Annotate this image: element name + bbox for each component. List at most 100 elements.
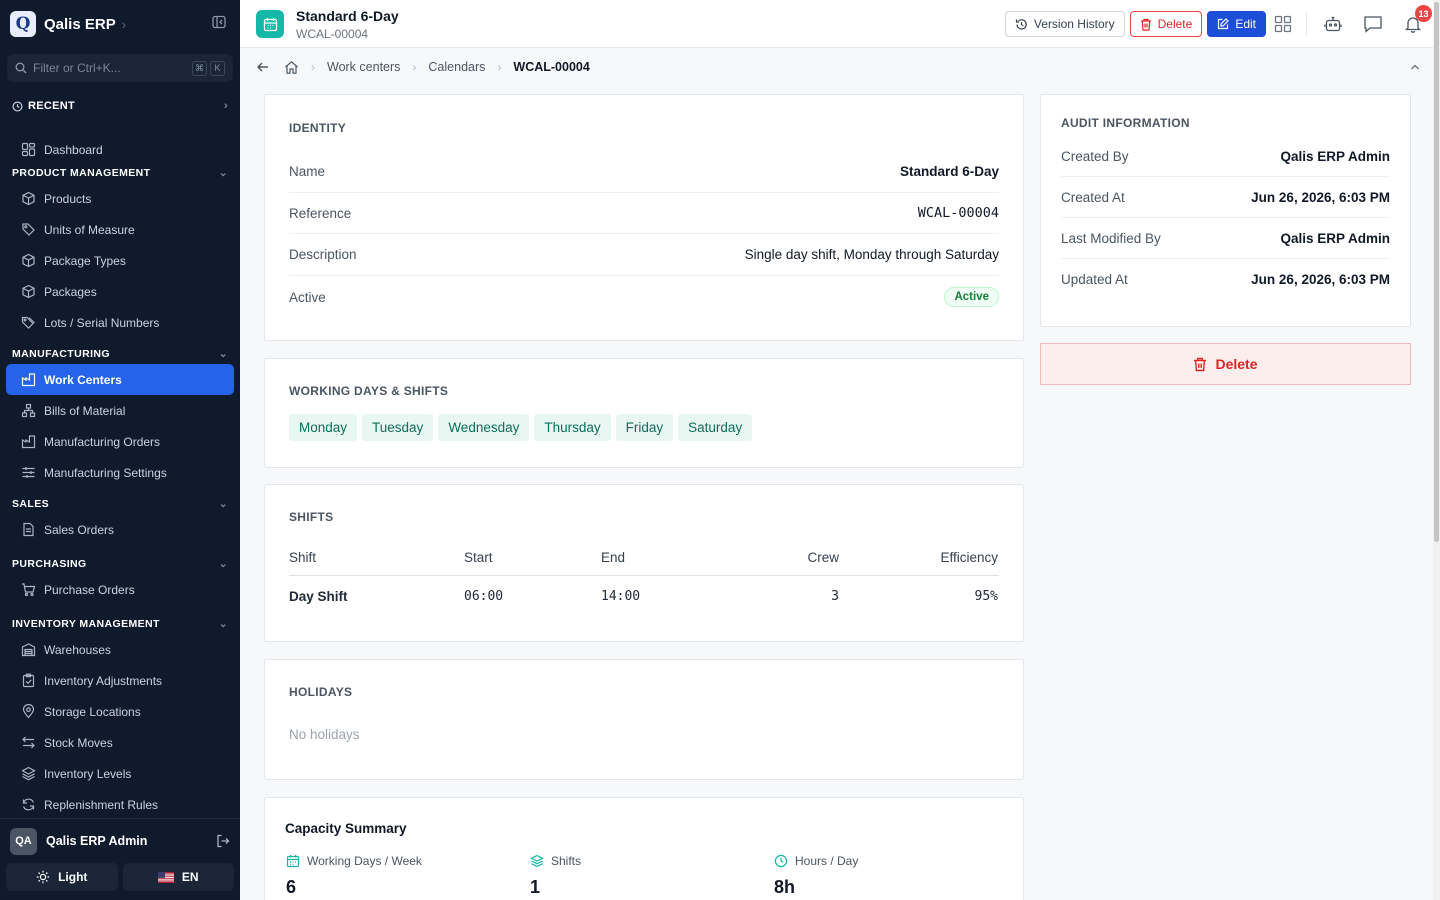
sidebar-search[interactable]: ⌘ K: [7, 54, 233, 82]
home-icon[interactable]: [284, 60, 299, 75]
breadcrumb-calendars[interactable]: Calendars: [428, 60, 485, 74]
section-inventory-management[interactable]: INVENTORY MANAGEMENT ⌄: [0, 605, 240, 634]
us-flag-icon: [157, 871, 174, 883]
shift-efficiency: 95%: [974, 588, 998, 604]
factory-icon: [21, 372, 36, 387]
arrows-left-right-icon: [21, 735, 36, 750]
language-button[interactable]: EN: [122, 863, 234, 891]
page-subtitle: WCAL-00004: [296, 27, 369, 41]
empty-state: No holidays: [289, 727, 360, 742]
sidebar-item-replenishment-rules[interactable]: Replenishment Rules: [6, 789, 234, 818]
field-value: Jun 26, 2026, 6:03 PM: [1251, 189, 1390, 205]
chevron-down-icon: ⌄: [218, 498, 228, 510]
sidebar-item-label: Warehouses: [44, 642, 111, 657]
sidebar-item-label: Units of Measure: [44, 222, 135, 237]
breadcrumb-work-centers[interactable]: Work centers: [327, 60, 400, 74]
chevron-up-icon[interactable]: [1409, 61, 1421, 73]
edit-button[interactable]: Edit: [1207, 11, 1266, 37]
recent-toggle[interactable]: RECENT ›: [0, 90, 240, 122]
messages-button[interactable]: [1353, 0, 1393, 48]
apps-grid-button[interactable]: [1266, 0, 1300, 48]
sidebar-item-dashboard[interactable]: Dashboard: [6, 134, 234, 165]
section-sales[interactable]: SALES ⌄: [0, 488, 240, 514]
version-history-button[interactable]: Version History: [1004, 11, 1125, 37]
sidebar-item-inventory-levels[interactable]: Inventory Levels: [6, 758, 234, 789]
field-label: Active: [289, 289, 326, 305]
shifts-table: Shift Start End Crew Efficiency Day Shif…: [289, 540, 999, 616]
section-title: MANUFACTURING: [12, 348, 110, 360]
audit-title: AUDIT INFORMATION: [1061, 116, 1190, 130]
sidebar-item-stock-moves[interactable]: Stock Moves: [6, 727, 234, 758]
audit-card: AUDIT INFORMATION Created By Qalis ERP A…: [1040, 94, 1411, 327]
logout-icon[interactable]: [216, 834, 230, 848]
table-header: Shift Start End Crew Efficiency: [289, 540, 999, 576]
theme-toggle-button[interactable]: Light: [6, 863, 118, 891]
theme-label: Light: [58, 870, 88, 884]
field-label: Created By: [1061, 148, 1129, 164]
user-name[interactable]: Qalis ERP Admin: [46, 834, 216, 848]
sidebar-item-storage-locations[interactable]: Storage Locations: [6, 696, 234, 727]
sidebar-item-bills-of-material[interactable]: Bills of Material: [6, 395, 234, 426]
chevron-right-icon[interactable]: ›: [122, 17, 126, 32]
field-label: Last Modified By: [1061, 230, 1161, 246]
status-badge: Active: [944, 287, 999, 307]
tags-icon: [21, 315, 36, 330]
sidebar-item-products[interactable]: Products: [6, 183, 234, 214]
divider: [1306, 13, 1307, 35]
chevron-down-icon: ⌄: [218, 558, 228, 570]
avatar[interactable]: QA: [10, 827, 37, 855]
sidebar-item-manufacturing-settings[interactable]: Manufacturing Settings: [6, 457, 234, 488]
page-scrollbar[interactable]: [1433, 0, 1440, 900]
chevron-down-icon: ⌄: [218, 167, 228, 179]
sidebar-item-label: Manufacturing Orders: [44, 434, 161, 449]
sidebar-item-label: Inventory Levels: [44, 766, 132, 781]
sidebar-item-package-types[interactable]: Package Types: [6, 245, 234, 276]
stat-hours-per-day: Hours / Day 8h: [774, 854, 858, 898]
section-manufacturing[interactable]: MANUFACTURING ⌄: [0, 338, 240, 364]
sidebar-item-lots-serial-numbers[interactable]: Lots / Serial Numbers: [6, 307, 234, 338]
section-purchasing[interactable]: PURCHASING ⌄: [0, 545, 240, 574]
box-icon: [21, 284, 36, 299]
app-logo[interactable]: Q: [10, 11, 36, 37]
top-header: Standard 6-Day WCAL-00004 Version Histor…: [240, 0, 1433, 48]
dashboard-icon: [21, 142, 36, 157]
user-row[interactable]: QA Qalis ERP Admin: [0, 819, 240, 863]
search-input[interactable]: [33, 61, 173, 75]
capacity-card: Capacity Summary Working Days / Week 6 S…: [264, 797, 1024, 900]
scrollbar-thumb[interactable]: [1434, 2, 1439, 542]
holidays-card: HOLIDAYS No holidays: [264, 659, 1024, 780]
sidebar-item-warehouses[interactable]: Warehouses: [6, 634, 234, 665]
map-pin-icon: [21, 704, 36, 719]
breadcrumb: › Work centers › Calendars › WCAL-00004: [240, 48, 1433, 86]
field-value-name: Standard 6-Day: [899, 164, 999, 179]
assistant-button[interactable]: [1313, 0, 1353, 48]
column-header: Start: [464, 550, 493, 565]
day-chip: Saturday: [678, 414, 753, 441]
app-brand[interactable]: Qalis ERP: [44, 16, 116, 33]
sidebar-item-packages[interactable]: Packages: [6, 276, 234, 307]
sidebar-collapse-icon[interactable]: [212, 15, 226, 29]
sidebar-item-sales-orders[interactable]: Sales Orders: [6, 514, 234, 545]
sidebar-item-units-of-measure[interactable]: Units of Measure: [6, 214, 234, 245]
sidebar-item-inventory-adjustments[interactable]: Inventory Adjustments: [6, 665, 234, 696]
column-header: End: [601, 550, 626, 565]
section-product-management[interactable]: PRODUCT MANAGEMENT ⌄: [0, 165, 240, 183]
delete-button[interactable]: Delete: [1129, 11, 1203, 37]
sidebar-item-manufacturing-orders[interactable]: Manufacturing Orders: [6, 426, 234, 457]
notifications-button[interactable]: 13: [1393, 0, 1433, 48]
field-value: Qalis ERP Admin: [1280, 148, 1390, 164]
sidebar-footer: QA Qalis ERP Admin Light EN: [0, 818, 240, 900]
back-arrow-icon[interactable]: [256, 60, 270, 74]
sidebar-nav: RECENT › Dashboard PRODUCT MANAGEMENT ⌄ …: [0, 90, 240, 818]
sidebar-item-purchase-orders[interactable]: Purchase Orders: [6, 574, 234, 605]
field-value-description: Single day shift, Monday through Saturda…: [744, 247, 999, 262]
hierarchy-icon: [21, 403, 36, 418]
holidays-title: HOLIDAYS: [289, 685, 353, 699]
sidebar-item-work-centers[interactable]: Work Centers: [6, 364, 234, 395]
stat-shifts: Shifts 1: [530, 854, 581, 898]
section-title: INVENTORY MANAGEMENT: [12, 618, 160, 630]
audit-row-updated-at: Updated At Jun 26, 2026, 6:03 PM: [1061, 259, 1390, 300]
sidebar-item-label: Storage Locations: [44, 704, 141, 719]
sidebar-item-label: Products: [44, 191, 92, 206]
delete-record-button[interactable]: Delete: [1040, 343, 1411, 385]
